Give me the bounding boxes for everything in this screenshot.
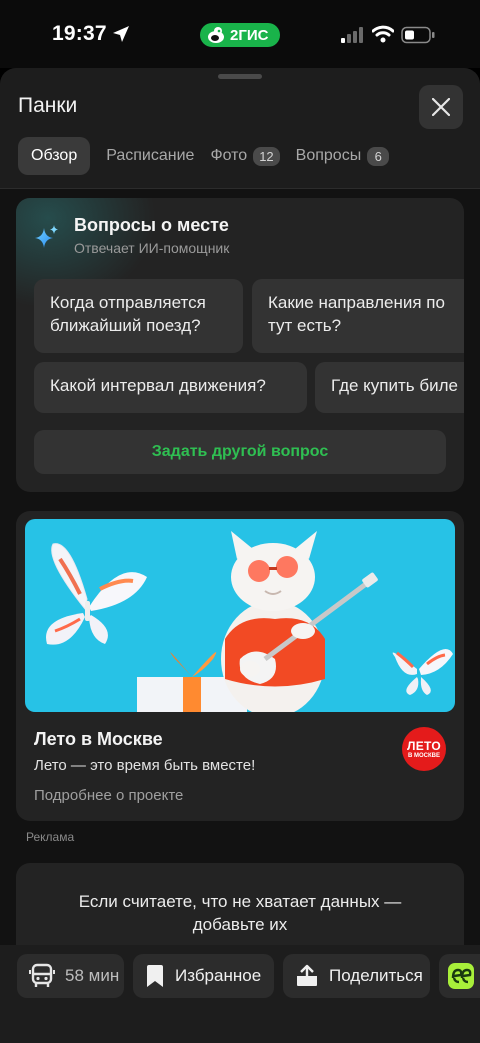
close-icon	[432, 98, 450, 116]
bottom-action-bar: 58 мин Избранное Поделиться	[0, 945, 480, 1043]
ask-question-button[interactable]: Задать другой вопрос	[34, 430, 446, 474]
tab-count-badge: 6	[367, 146, 390, 166]
cat-illustration	[221, 531, 378, 712]
favorite-button[interactable]: Избранное	[133, 954, 274, 998]
ad-logo-line2: В МОСКВЕ	[408, 752, 440, 759]
ai-card-subtitle: Отвечает ИИ-помощник	[74, 240, 230, 256]
sparkle-icon	[35, 225, 58, 248]
ad-label: Реклама	[26, 830, 75, 844]
battery-icon	[401, 26, 435, 44]
sheet-grabber[interactable]	[218, 74, 262, 79]
share-icon	[297, 964, 317, 986]
wifi-icon	[372, 25, 394, 43]
tab-overview[interactable]: Обзор	[18, 137, 91, 175]
ad-logo-line1: ЛЕТО	[407, 738, 441, 753]
add-data-text: Если считаете, что не хватает данных — д…	[78, 892, 402, 934]
app-badge-label: 2ГИС	[230, 26, 269, 44]
ai-card-title: Вопросы о месте	[74, 215, 229, 235]
tab-schedule[interactable]: Расписание	[106, 137, 194, 175]
close-button[interactable]	[419, 85, 463, 129]
partner-logo-icon	[448, 963, 474, 989]
tab-label: Расписание	[106, 147, 195, 164]
butterfly-illustration	[46, 543, 147, 645]
favorite-label: Избранное	[175, 966, 262, 985]
tab-label: Фото	[210, 147, 248, 164]
ad-banner-image[interactable]	[25, 519, 455, 712]
ad-title: Лето в Москве	[34, 729, 163, 749]
question-chip[interactable]: Какие направления по тут есть?	[252, 279, 464, 353]
butterfly-illustration	[392, 649, 453, 695]
2gis-logo-icon	[208, 27, 224, 43]
route-button[interactable]: 58 мин	[17, 954, 124, 998]
place-title: Панки	[18, 94, 78, 117]
location-arrow-icon	[113, 26, 129, 42]
route-time-label: 58 мин	[65, 966, 120, 985]
ai-questions-card: Вопросы о месте Отвечает ИИ-помощник Ког…	[16, 198, 464, 492]
question-chip[interactable]: Когда отправляется ближайший поезд?	[34, 279, 243, 353]
status-bar: 19:37 2ГИС	[0, 0, 480, 68]
question-chip[interactable]: Где купить биле	[315, 362, 464, 413]
tab-label: Обзор	[31, 147, 78, 164]
tab-photos[interactable]: Фото 12	[210, 137, 280, 175]
tab-bar: Обзор Расписание Фото 12 Вопросы 6	[18, 137, 405, 175]
ad-description: Лето — это время быть вместе!	[34, 757, 256, 774]
share-button[interactable]: Поделиться	[283, 954, 430, 998]
tab-questions[interactable]: Вопросы 6	[296, 137, 390, 175]
bus-icon	[29, 963, 55, 987]
cellular-signal-icon	[341, 27, 363, 43]
tab-label: Вопросы	[295, 147, 362, 164]
bookmark-icon	[147, 965, 163, 987]
tab-count-badge: 12	[253, 146, 280, 166]
status-time: 19:37	[52, 22, 107, 45]
ad-advertiser-logo: ЛЕТО В МОСКВЕ	[402, 727, 446, 771]
place-sheet: Панки Обзор Расписание Фото 12 Вопросы 6	[0, 68, 480, 1043]
ad-card[interactable]: Лето в Москве Лето — это время быть вмес…	[16, 511, 464, 821]
share-label: Поделиться	[329, 966, 423, 985]
ad-more-link[interactable]: Подробнее о проекте	[34, 787, 183, 804]
partner-button[interactable]	[439, 954, 480, 998]
ad-illustration	[46, 531, 453, 712]
app-return-badge[interactable]: 2ГИС	[200, 23, 280, 47]
question-chip[interactable]: Какой интервал движения?	[34, 362, 307, 413]
